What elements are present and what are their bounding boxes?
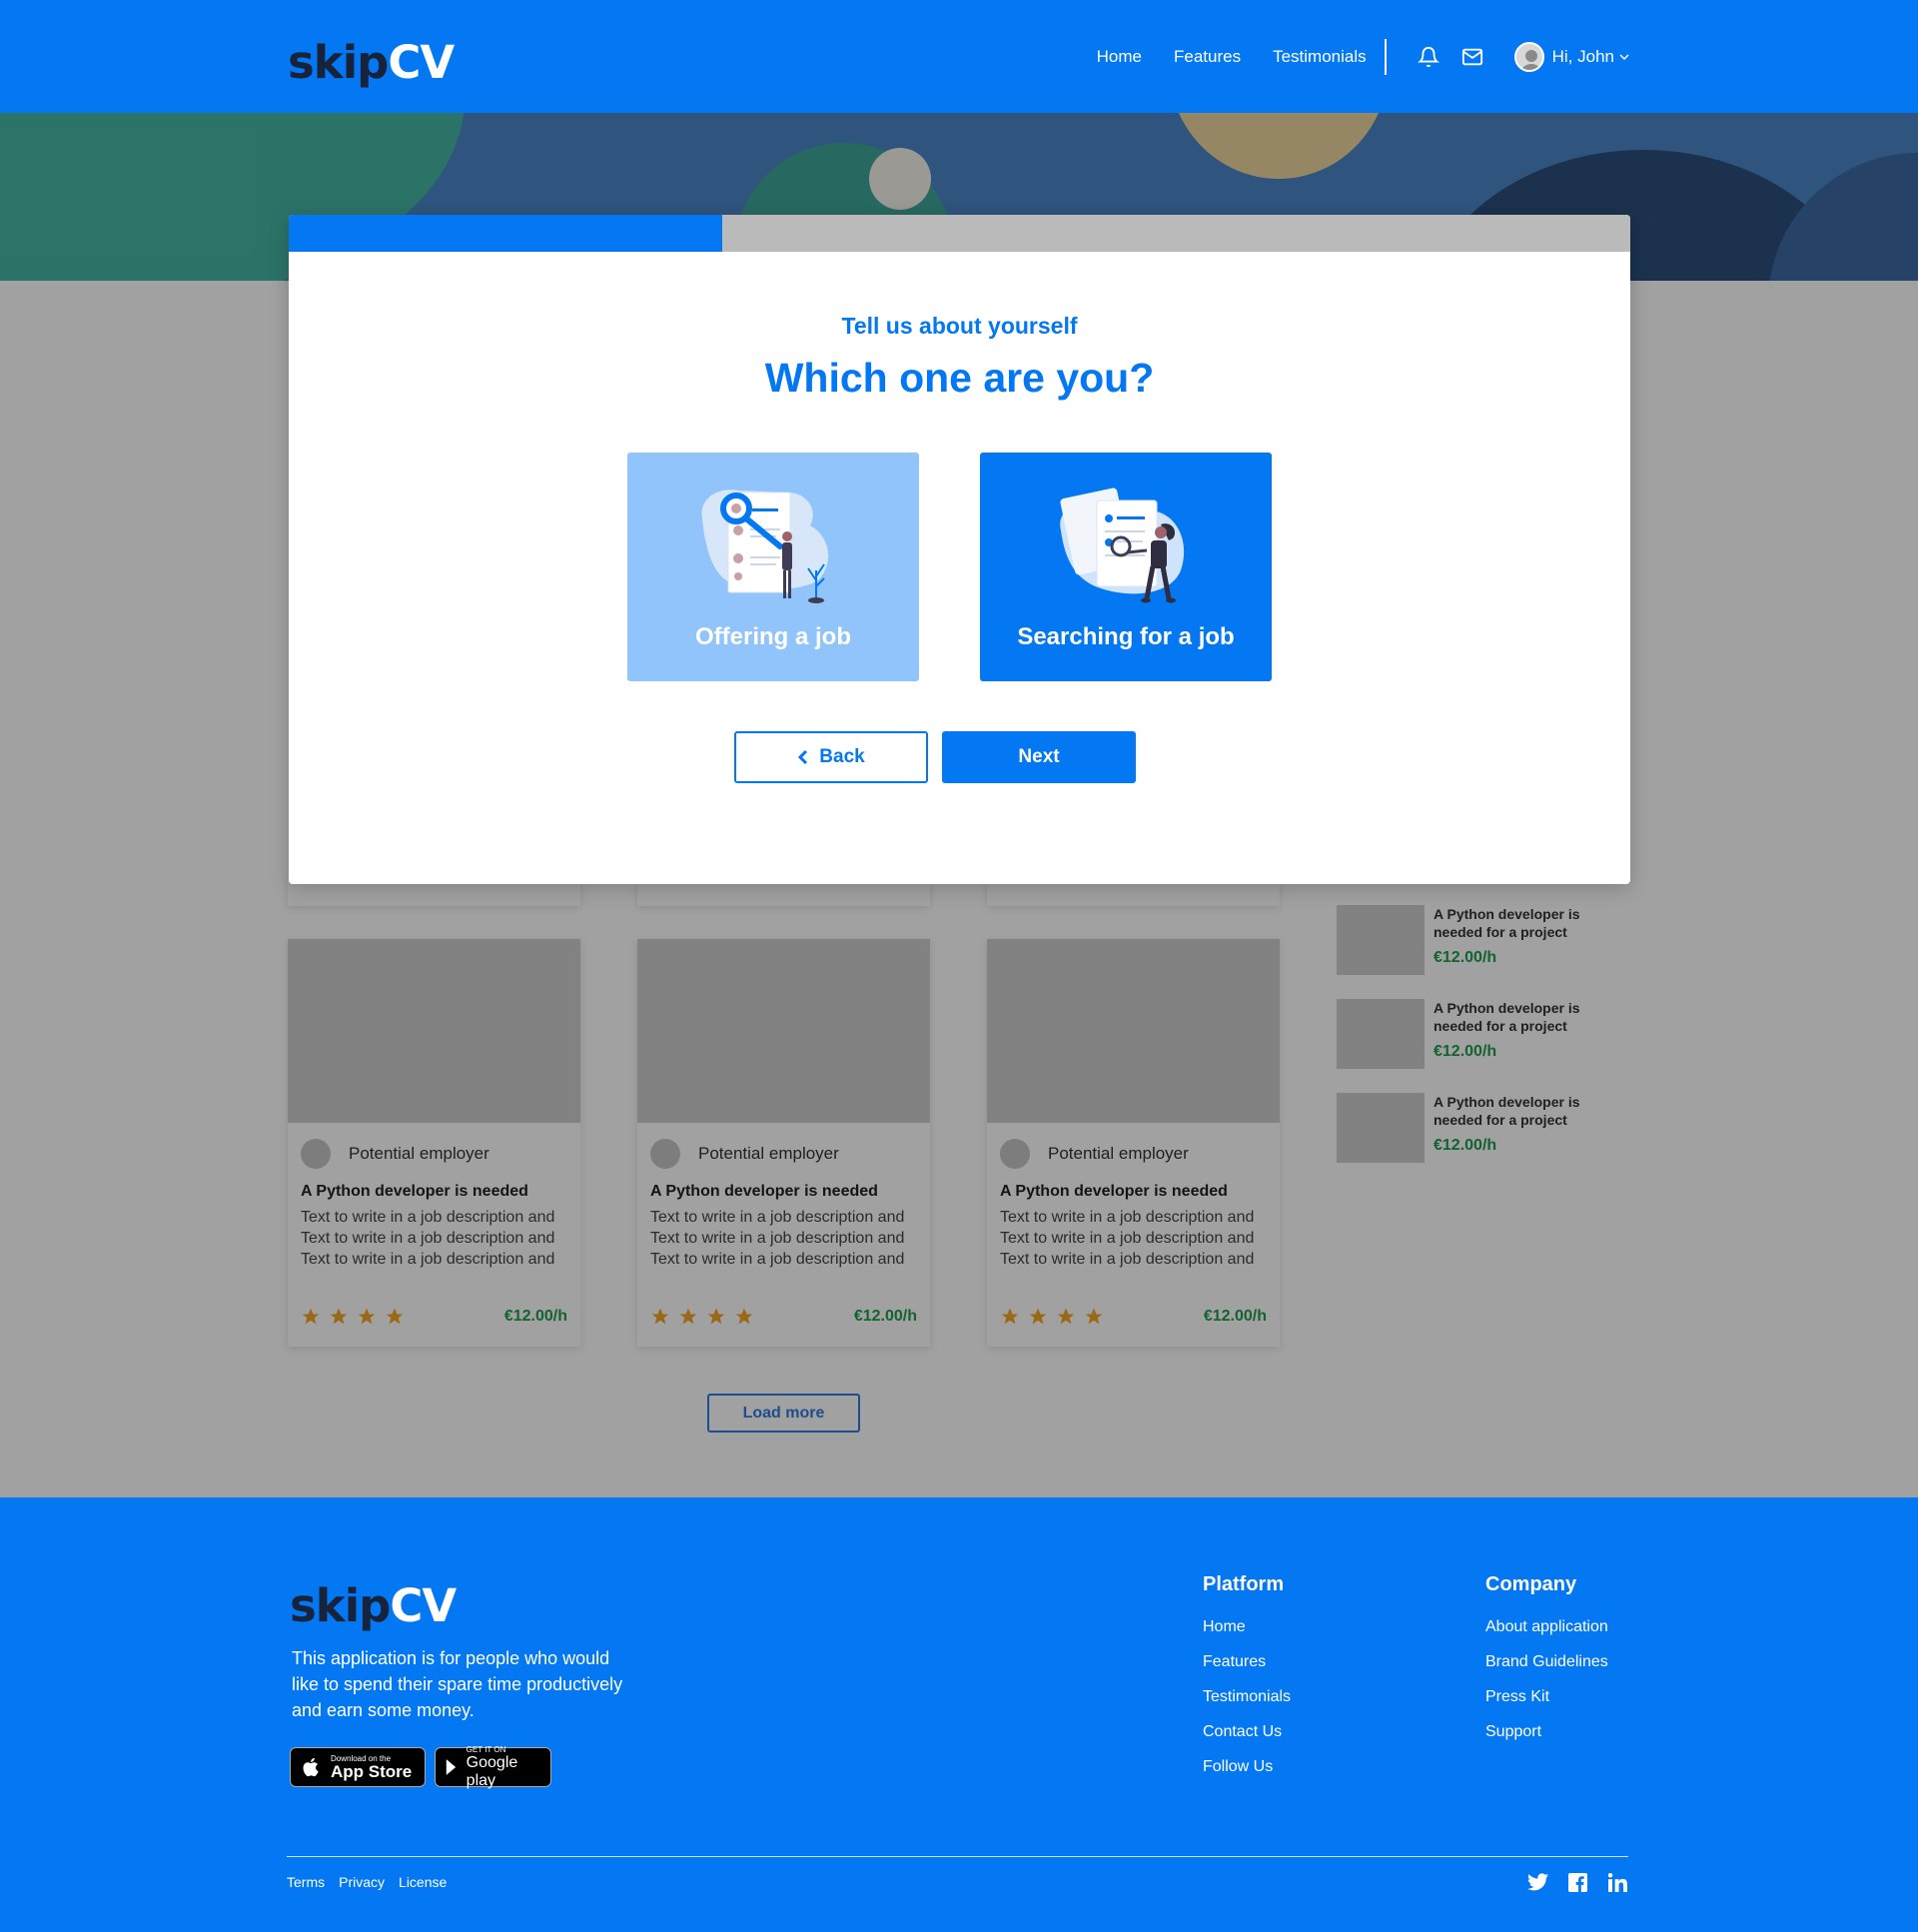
footer-company-column: Company About application Brand Guidelin… bbox=[1485, 1573, 1608, 1758]
nav-divider bbox=[1384, 38, 1387, 75]
twitter-icon[interactable] bbox=[1526, 1871, 1548, 1893]
back-label: Back bbox=[819, 746, 865, 767]
option-offering-job[interactable]: Offering a job bbox=[627, 453, 919, 681]
logo[interactable]: skipCV bbox=[288, 36, 455, 89]
google-play-text: Google play bbox=[466, 1753, 518, 1789]
chevron-left-icon bbox=[798, 749, 808, 765]
license-link[interactable]: License bbox=[399, 1874, 447, 1890]
footer-link-about[interactable]: About application bbox=[1485, 1618, 1608, 1636]
footer-link-contact[interactable]: Contact Us bbox=[1203, 1723, 1291, 1741]
social-links bbox=[1526, 1871, 1628, 1893]
progress-fill bbox=[289, 215, 722, 252]
modal-title: Which one are you? bbox=[764, 355, 1155, 401]
avatar[interactable] bbox=[1513, 41, 1544, 72]
nav-testimonials[interactable]: Testimonials bbox=[1273, 47, 1367, 67]
user-greeting[interactable]: Hi, John bbox=[1552, 47, 1614, 67]
apple-icon bbox=[303, 1757, 319, 1777]
chevron-down-icon[interactable] bbox=[1619, 51, 1631, 63]
footer-link-brand[interactable]: Brand Guidelines bbox=[1485, 1653, 1608, 1671]
footer-link-press[interactable]: Press Kit bbox=[1485, 1688, 1608, 1706]
onboarding-modal: Tell us about yourself Which one are you… bbox=[289, 215, 1630, 884]
terms-link[interactable]: Terms bbox=[287, 1874, 325, 1890]
footer-platform-column: Platform Home Features Testimonials Cont… bbox=[1203, 1573, 1291, 1793]
app-store-text: App Store bbox=[331, 1761, 413, 1781]
google-play-button[interactable]: GET IT ON Google play bbox=[435, 1744, 551, 1789]
footer-company-heading: Company bbox=[1485, 1573, 1577, 1595]
progress-bar bbox=[289, 215, 1630, 252]
bell-icon[interactable] bbox=[1417, 45, 1440, 69]
footer-divider bbox=[287, 1856, 1628, 1857]
site-footer: skipCV This application is for people wh… bbox=[0, 1497, 1918, 1932]
app-store-button[interactable]: Download on the App Store bbox=[290, 1747, 426, 1787]
mail-icon[interactable] bbox=[1460, 45, 1484, 69]
option-label: Offering a job bbox=[695, 623, 851, 650]
site-header: skipCV Home Features Testimonials Hi, Jo… bbox=[0, 0, 1918, 113]
recruiter-illustration bbox=[701, 489, 829, 603]
footer-link-follow[interactable]: Follow Us bbox=[1203, 1758, 1291, 1776]
option-searching-job[interactable]: Searching for a job bbox=[980, 453, 1272, 681]
google-play-small-text: GET IT ON bbox=[466, 1744, 506, 1754]
back-button[interactable]: Back bbox=[734, 731, 928, 783]
nav-home[interactable]: Home bbox=[1097, 47, 1142, 67]
nav-features[interactable]: Features bbox=[1174, 47, 1241, 67]
modal-subtitle: Tell us about yourself bbox=[841, 313, 1078, 339]
job-seeker-illustration bbox=[1060, 487, 1185, 603]
privacy-link[interactable]: Privacy bbox=[339, 1874, 385, 1890]
legal-links: Terms Privacy License bbox=[287, 1874, 447, 1890]
footer-link-support[interactable]: Support bbox=[1485, 1723, 1608, 1741]
linkedin-icon[interactable] bbox=[1606, 1871, 1628, 1893]
footer-about: This application is for people who would… bbox=[292, 1648, 623, 1720]
footer-platform-heading: Platform bbox=[1203, 1573, 1285, 1595]
next-button[interactable]: Next bbox=[942, 731, 1136, 783]
footer-logo[interactable]: skipCV bbox=[290, 1579, 457, 1632]
footer-link-testimonials[interactable]: Testimonials bbox=[1203, 1688, 1291, 1706]
main-nav: Home Features Testimonials Hi, John bbox=[1065, 0, 1631, 113]
option-label: Searching for a job bbox=[1017, 623, 1235, 650]
facebook-icon[interactable] bbox=[1566, 1871, 1588, 1893]
footer-link-features[interactable]: Features bbox=[1203, 1653, 1291, 1671]
footer-link-home[interactable]: Home bbox=[1203, 1618, 1291, 1636]
play-icon bbox=[446, 1759, 457, 1775]
